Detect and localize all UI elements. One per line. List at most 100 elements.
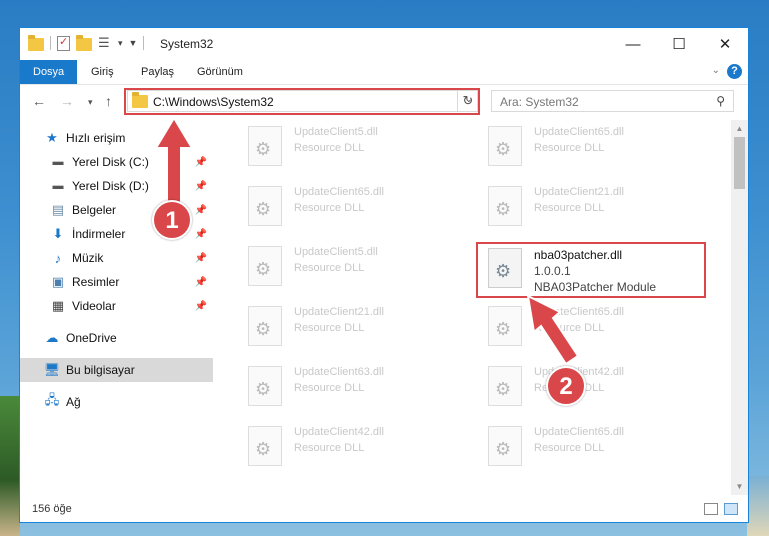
sidebar-item-label: Videolar bbox=[72, 299, 116, 313]
file-item[interactable]: UpdateClient65.dll Resource DLL bbox=[476, 422, 706, 472]
search-icon[interactable]: ⚲ bbox=[716, 94, 725, 108]
cloud-icon: ☁ bbox=[45, 330, 59, 345]
drive-icon: ▬ bbox=[52, 180, 64, 192]
dll-file-icon bbox=[248, 186, 282, 226]
sidebar-item-label: Resimler bbox=[72, 275, 120, 289]
window-title: System32 bbox=[160, 37, 214, 51]
file-explorer-window: ☰ ▾ ▼ System32 — ☐ ✕ Dosya Giriş Paylaş … bbox=[19, 27, 749, 523]
tab-file[interactable]: Dosya bbox=[20, 60, 78, 84]
desktop-background bbox=[747, 476, 769, 536]
sidebar-item-music[interactable]: ♪ Müzik 📌 bbox=[20, 246, 213, 270]
maximize-button[interactable]: ☐ bbox=[656, 28, 702, 60]
dll-file-icon bbox=[248, 306, 282, 346]
forward-arrow-icon[interactable]: → bbox=[60, 93, 74, 109]
scroll-down-icon[interactable]: ▼ bbox=[731, 478, 748, 495]
step-marker-1: 1 bbox=[152, 200, 192, 240]
back-arrow-icon[interactable]: ← bbox=[32, 93, 46, 109]
network-icon: 🖧 bbox=[44, 392, 60, 407]
address-highlight-box bbox=[124, 88, 480, 115]
up-arrow-icon[interactable]: ↑ bbox=[105, 93, 112, 109]
file-description: Resource DLL bbox=[534, 142, 605, 154]
file-item[interactable]: UpdateClient21.dll Resource DLL bbox=[236, 302, 466, 352]
ribbon-expand-icon[interactable]: ⌄ bbox=[712, 65, 720, 76]
sidebar-item-local-disk-d[interactable]: ▬ Yerel Disk (D:) 📌 bbox=[20, 174, 213, 198]
dll-file-icon bbox=[488, 186, 522, 226]
vertical-scrollbar[interactable]: ▲ ▼ bbox=[731, 120, 748, 495]
new-folder-icon[interactable] bbox=[76, 34, 92, 51]
tab-share[interactable]: Paylaş bbox=[141, 60, 174, 84]
sidebar-item-network[interactable]: 🖧 Ağ bbox=[20, 390, 213, 414]
computer-icon: 🖥 bbox=[43, 362, 61, 377]
file-description: Resource DLL bbox=[294, 202, 365, 214]
file-item[interactable]: UpdateClient5.dll Resource DLL bbox=[236, 122, 466, 172]
pin-icon[interactable]: 📌 bbox=[195, 157, 207, 168]
file-description: Resource DLL bbox=[294, 142, 365, 154]
quick-access-toolbar: ☰ ▾ ▼ bbox=[28, 34, 150, 51]
sidebar-item-pictures[interactable]: ▣ Resimler 📌 bbox=[20, 270, 213, 294]
customize-toolbar-icon[interactable]: ▼ bbox=[129, 38, 138, 48]
scroll-up-icon[interactable]: ▲ bbox=[731, 120, 748, 137]
chevron-down-icon[interactable]: ▾ bbox=[118, 38, 123, 49]
file-name: UpdateClient65.dll bbox=[534, 306, 624, 318]
file-name: UpdateClient65.dll bbox=[534, 126, 624, 138]
pin-icon[interactable]: 📌 bbox=[195, 253, 207, 264]
sidebar-item-label: Hızlı erişim bbox=[66, 131, 126, 145]
help-icon[interactable]: ? bbox=[727, 64, 742, 79]
sidebar-item-onedrive[interactable]: ☁ OneDrive bbox=[20, 326, 213, 350]
sidebar-item-label: Yerel Disk (D:) bbox=[72, 179, 149, 193]
pin-icon[interactable]: 📌 bbox=[195, 229, 207, 240]
file-item[interactable]: UpdateClient65.dll Resource DLL bbox=[236, 182, 466, 232]
dll-file-icon bbox=[248, 426, 282, 466]
recent-locations-icon[interactable]: ▾ bbox=[88, 97, 93, 108]
file-item[interactable]: UpdateClient42.dll Resource DLL bbox=[236, 422, 466, 472]
file-description: Resource DLL bbox=[294, 262, 365, 274]
view-list-icon[interactable]: ☰ bbox=[98, 35, 112, 51]
properties-icon[interactable] bbox=[57, 35, 70, 51]
dll-file-icon bbox=[488, 366, 522, 406]
pin-icon[interactable]: 📌 bbox=[195, 277, 207, 288]
minimize-button[interactable]: — bbox=[610, 28, 656, 60]
file-item[interactable]: UpdateClient5.dll Resource DLL bbox=[236, 242, 466, 292]
divider bbox=[50, 36, 51, 50]
sidebar-item-local-disk-c[interactable]: ▬ Yerel Disk (C:) 📌 bbox=[20, 150, 213, 174]
file-description: Resource DLL bbox=[294, 382, 365, 394]
search-input[interactable]: Ara: System32 ⚲ bbox=[491, 90, 734, 112]
tab-home[interactable]: Giriş bbox=[91, 60, 114, 84]
dll-file-icon bbox=[248, 366, 282, 406]
item-count: 156 öğe bbox=[32, 503, 72, 515]
sidebar-item-label: Yerel Disk (C:) bbox=[72, 155, 149, 169]
tab-view[interactable]: Görünüm bbox=[197, 60, 243, 84]
pin-icon[interactable]: 📌 bbox=[195, 301, 207, 312]
file-item[interactable]: UpdateClient63.dll Resource DLL bbox=[236, 362, 466, 412]
dll-file-icon bbox=[248, 126, 282, 166]
file-item[interactable]: UpdateClient65.dll Resource DLL bbox=[476, 302, 706, 352]
pin-icon[interactable]: 📌 bbox=[195, 181, 207, 192]
close-button[interactable]: ✕ bbox=[702, 28, 748, 60]
sidebar-item-this-pc[interactable]: 🖥 Bu bilgisayar bbox=[20, 358, 213, 382]
ribbon-tabs: Dosya Giriş Paylaş Görünüm ⌄ ? bbox=[20, 60, 748, 85]
scroll-thumb[interactable] bbox=[734, 137, 745, 189]
file-list: UpdateClient5.dll Resource DLL UpdateCli… bbox=[224, 120, 730, 495]
pictures-icon: ▣ bbox=[51, 274, 65, 289]
file-item[interactable]: UpdateClient21.dll Resource DLL bbox=[476, 182, 706, 232]
sidebar-item-quick-access[interactable]: ★ Hızlı erişim bbox=[20, 126, 213, 150]
dll-file-icon bbox=[248, 246, 282, 286]
file-name: UpdateClient5.dll bbox=[294, 246, 378, 258]
file-description: Resource DLL bbox=[294, 322, 365, 334]
sidebar-item-label: İndirmeler bbox=[72, 227, 126, 241]
details-view-icon[interactable] bbox=[704, 503, 718, 515]
sidebar-item-videos[interactable]: ▦ Videolar 📌 bbox=[20, 294, 213, 318]
file-name: UpdateClient65.dll bbox=[534, 426, 624, 438]
title-bar: ☰ ▾ ▼ System32 — ☐ ✕ bbox=[20, 28, 748, 60]
video-icon: ▦ bbox=[51, 298, 65, 313]
tiles-view-icon[interactable] bbox=[724, 503, 738, 515]
file-description: Resource DLL bbox=[534, 322, 605, 334]
sidebar-item-label: Bu bilgisayar bbox=[66, 363, 135, 377]
file-name: UpdateClient5.dll bbox=[294, 126, 378, 138]
dll-file-icon bbox=[488, 306, 522, 346]
navigation-bar: ← → ▾ ↑ C:\Windows\System32 ⌄ ↻ Ara: Sys… bbox=[20, 85, 748, 119]
pin-icon[interactable]: 📌 bbox=[195, 205, 207, 216]
file-item[interactable]: UpdateClient42.dll Resource DLL bbox=[476, 362, 706, 412]
file-item[interactable]: UpdateClient65.dll Resource DLL bbox=[476, 122, 706, 172]
download-icon: ⬇ bbox=[52, 226, 64, 241]
